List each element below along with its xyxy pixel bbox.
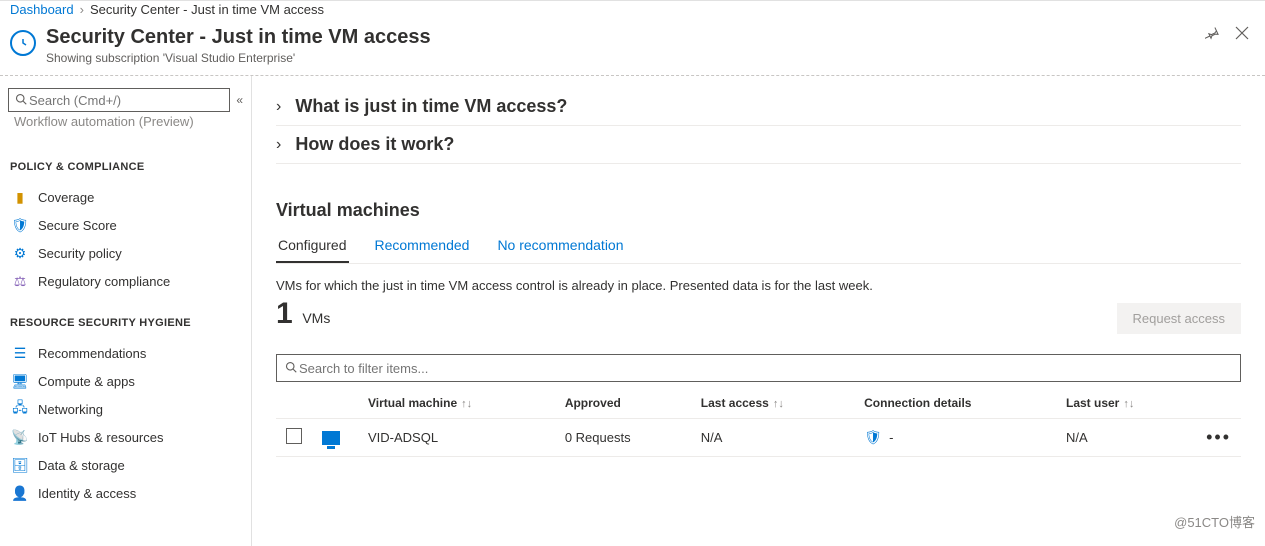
network-icon: 🖧 xyxy=(12,401,28,417)
sidebar-item-data-storage[interactable]: 🗄 Data & storage xyxy=(8,451,243,479)
gavel-icon: ⚖ xyxy=(12,273,28,289)
sidebar-item-regulatory-compliance[interactable]: ⚖ Regulatory compliance xyxy=(8,267,243,295)
compute-icon: 🖥 xyxy=(12,373,28,389)
search-icon xyxy=(15,93,27,108)
sidebar-item-label: Compute & apps xyxy=(38,374,135,389)
col-approved[interactable]: Approved xyxy=(555,388,691,419)
sidebar-item-workflow-automation[interactable]: Workflow automation (Preview) xyxy=(8,110,243,133)
vm-section-title: Virtual machines xyxy=(276,200,1241,221)
expander-label: What is just in time VM access? xyxy=(295,96,567,117)
watermark: @51CTO博客 xyxy=(1174,512,1255,531)
sidebar-section-policy: POLICY & COMPLIANCE xyxy=(8,161,243,173)
breadcrumb-root[interactable]: Dashboard xyxy=(10,2,74,17)
sidebar-item-label: Security policy xyxy=(38,246,122,261)
cell-vm-name: VID-ADSQL xyxy=(358,419,555,457)
chevron-right-icon: › xyxy=(80,2,84,17)
shield-icon: 🛡 xyxy=(12,217,28,233)
search-icon xyxy=(285,361,297,376)
row-checkbox[interactable] xyxy=(286,428,302,444)
sort-icon: ↑↓ xyxy=(773,398,784,410)
table-row[interactable]: VID-ADSQL 0 Requests N/A 🛡 - N/A ••• xyxy=(276,419,1241,457)
sidebar-search[interactable] xyxy=(8,88,230,112)
breadcrumb-current: Security Center - Just in time VM access xyxy=(90,2,324,17)
expander-what-is[interactable]: › What is just in time VM access? xyxy=(276,88,1241,126)
sidebar-item-coverage[interactable]: ▮ Coverage xyxy=(8,183,243,211)
sidebar-item-networking[interactable]: 🖧 Networking xyxy=(8,395,243,423)
clock-icon xyxy=(10,30,36,56)
sidebar-item-identity-access[interactable]: 👤 Identity & access xyxy=(8,479,243,507)
sidebar-item-iot-hubs[interactable]: 📡 IoT Hubs & resources xyxy=(8,423,243,451)
cell-connection-details: 🛡 - xyxy=(854,419,1056,457)
policy-gear-icon: ⚙ xyxy=(12,245,28,261)
sidebar-item-label: Regulatory compliance xyxy=(38,274,170,289)
col-connection-details[interactable]: Connection details xyxy=(854,388,1056,419)
sidebar-item-label: Data & storage xyxy=(38,458,125,473)
list-icon: ☰ xyxy=(12,345,28,361)
close-icon[interactable] xyxy=(1235,26,1249,43)
coverage-icon: ▮ xyxy=(12,189,28,205)
identity-icon: 👤 xyxy=(12,485,28,501)
sidebar-section-hygiene: RESOURCE SECURITY HYGIENE xyxy=(8,317,243,329)
expander-label: How does it work? xyxy=(295,134,454,155)
sort-icon: ↑↓ xyxy=(461,398,472,410)
search-input[interactable] xyxy=(27,92,223,109)
vm-icon xyxy=(322,431,340,445)
cell-approved: 0 Requests xyxy=(555,419,691,457)
vm-table: Virtual machine↑↓ Approved Last access↑↓… xyxy=(276,388,1241,457)
request-access-button[interactable]: Request access xyxy=(1117,303,1242,334)
sidebar-item-recommendations[interactable]: ☰ Recommendations xyxy=(8,339,243,367)
chevron-right-icon: › xyxy=(276,136,281,154)
tab-configured[interactable]: Configured xyxy=(276,229,349,263)
vm-tabs: Configured Recommended No recommendation xyxy=(276,229,1241,264)
vm-count-number: 1 xyxy=(276,297,293,330)
sort-icon: ↑↓ xyxy=(1123,398,1134,410)
tab-description: VMs for which the just in time VM access… xyxy=(276,278,1241,293)
cell-last-access: N/A xyxy=(691,419,854,457)
breadcrumb: Dashboard › Security Center - Just in ti… xyxy=(0,0,1265,18)
sidebar-item-label: IoT Hubs & resources xyxy=(38,430,163,445)
col-last-user[interactable]: Last user↑↓ xyxy=(1056,388,1196,419)
sidebar-item-label: Identity & access xyxy=(38,486,136,501)
page-header: Security Center - Just in time VM access… xyxy=(0,18,1265,76)
row-more-icon[interactable]: ••• xyxy=(1206,427,1231,447)
sidebar: « Workflow automation (Preview) POLICY &… xyxy=(0,76,252,546)
storage-icon: 🗄 xyxy=(12,457,28,473)
sidebar-item-label: Secure Score xyxy=(38,218,117,233)
col-last-access[interactable]: Last access↑↓ xyxy=(691,388,854,419)
expander-how-it-works[interactable]: › How does it work? xyxy=(276,126,1241,164)
collapse-sidebar-icon[interactable]: « xyxy=(236,93,243,107)
filter-input[interactable] xyxy=(297,360,1232,377)
col-virtual-machine[interactable]: Virtual machine↑↓ xyxy=(358,388,555,419)
sidebar-item-secure-score[interactable]: 🛡 Secure Score xyxy=(8,211,243,239)
page-subtitle: Showing subscription 'Visual Studio Ente… xyxy=(46,51,431,65)
cell-last-user: N/A xyxy=(1056,419,1196,457)
sidebar-item-label: Coverage xyxy=(38,190,94,205)
sidebar-item-compute-apps[interactable]: 🖥 Compute & apps xyxy=(8,367,243,395)
sidebar-item-security-policy[interactable]: ⚙ Security policy xyxy=(8,239,243,267)
tab-no-recommendation[interactable]: No recommendation xyxy=(495,229,625,263)
sidebar-item-label: Recommendations xyxy=(38,346,146,361)
shield-icon: 🛡 xyxy=(864,429,882,445)
sidebar-item-label: Networking xyxy=(38,402,103,417)
pin-icon[interactable] xyxy=(1205,26,1219,43)
page-title: Security Center - Just in time VM access xyxy=(46,26,431,49)
main-content: › What is just in time VM access? › How … xyxy=(252,76,1265,546)
vm-filter[interactable] xyxy=(276,354,1241,382)
chevron-right-icon: › xyxy=(276,98,281,116)
iot-icon: 📡 xyxy=(12,429,28,445)
vm-count-label: VMs xyxy=(302,310,330,326)
tab-recommended[interactable]: Recommended xyxy=(373,229,472,263)
